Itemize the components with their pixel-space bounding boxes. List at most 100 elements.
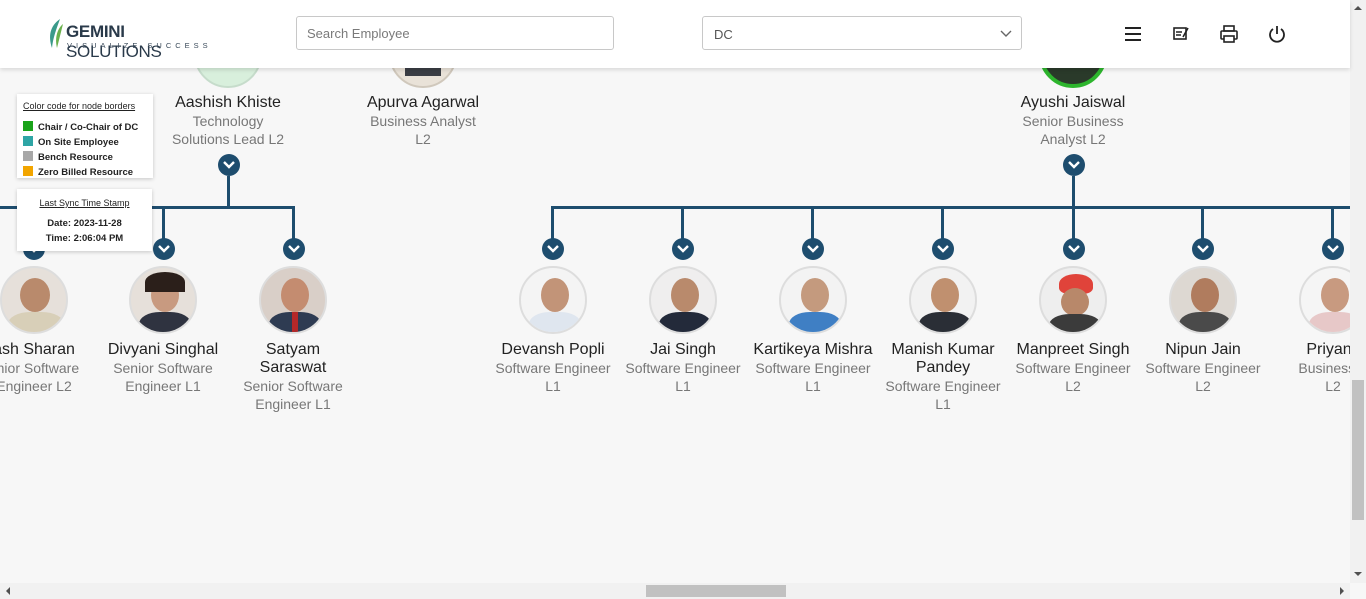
employee-role: Business A [1298,360,1350,376]
connector-line [681,206,684,240]
chevron-down-icon [677,245,689,253]
employee-role: Business Analyst [370,113,476,129]
chevron-down-icon [1327,245,1339,253]
expand-toggle-button[interactable] [672,238,694,260]
connector-line [1072,206,1075,240]
connector-line [941,206,944,240]
top-header: GEMINI SOLUTIONS VISUALIZE SUCCESS DC [0,0,1350,68]
employee-role: Analyst L2 [1040,131,1106,147]
avatar[interactable] [649,266,717,334]
scroll-down-arrow-icon[interactable] [1350,568,1366,580]
expand-toggle-button[interactable] [1063,238,1085,260]
expand-toggle-button[interactable] [283,238,305,260]
employee-role: Technology [192,113,264,129]
legend-swatch [23,166,33,176]
employee-node[interactable]: Aashish Khiste Technology Solutions Lead… [148,94,308,148]
employee-name: Apurva Agarwal [366,94,480,111]
employee-node[interactable]: Satyam Saraswat Senior Software Engineer… [213,341,373,413]
department-select-value: DC [714,27,733,42]
color-legend-panel: Color code for node borders Chair / Co-C… [17,94,153,178]
avatar[interactable] [1299,266,1350,334]
avatar[interactable] [1039,266,1107,334]
connector-line [162,206,165,240]
chevron-down-icon [807,245,819,253]
chevron-down-icon [223,161,235,169]
avatar[interactable] [194,68,262,88]
scroll-right-arrow-icon[interactable] [1336,583,1348,599]
employee-role: Senior Business [1022,113,1124,129]
connector-line [1072,176,1075,208]
legend-swatch [23,136,33,146]
avatar[interactable] [259,266,327,334]
avatar[interactable] [129,266,197,334]
scroll-left-arrow-icon[interactable] [2,583,14,599]
scroll-up-arrow-icon[interactable] [1350,2,1366,14]
expand-toggle-button[interactable] [932,238,954,260]
chevron-down-icon [1000,30,1012,37]
employee-role: L1 [935,396,951,412]
expand-toggle-button[interactable] [1322,238,1344,260]
avatar[interactable] [0,266,68,334]
connector-line [1201,206,1204,240]
sync-title: Last Sync Time Stamp [39,198,130,208]
leaf-logo-icon [50,19,63,48]
employee-name: Saraswat [259,359,327,376]
employee-node[interactable]: Apurva Agarwal Business Analyst L2 [343,94,503,148]
avatar[interactable] [909,266,977,334]
expand-toggle-button[interactable] [802,238,824,260]
employee-role: L2 [415,131,431,147]
notes-icon[interactable] [1171,24,1191,44]
connector-line [227,176,230,208]
last-sync-panel: Last Sync Time Stamp Date: 2023-11-28 Ti… [17,189,152,251]
avatar[interactable] [1169,266,1237,334]
employee-role: Engineer L1 [255,396,331,412]
legend-title: Color code for node borders [23,101,136,111]
legend-item: Chair / Co-Chair of DC [23,121,138,133]
connector-line [292,206,295,240]
employee-role: L2 [1325,378,1341,394]
horizontal-scrollbar[interactable] [0,583,1350,599]
avatar[interactable] [779,266,847,334]
expand-toggle-button[interactable] [218,154,240,176]
chevron-down-icon [547,245,559,253]
sync-time: Time: 2:06:04 PM [45,233,124,244]
employee-name: Priyank [1306,341,1350,358]
employee-node[interactable]: Priyank Business A L2 [1253,341,1350,395]
chevron-down-icon [158,245,170,253]
connector-line [551,206,554,240]
connector-line [811,206,814,240]
chevron-down-icon [1068,245,1080,253]
employee-name: Ayushi Jaiswal [1020,94,1126,111]
employee-role: Solutions Lead L2 [171,131,285,147]
legend-swatch [23,121,33,131]
expand-toggle-button[interactable] [1192,238,1214,260]
legend-swatch [23,151,33,161]
vertical-scrollbar[interactable] [1350,0,1366,583]
org-chart-canvas[interactable]: Aashish Khiste Technology Solutions Lead… [0,68,1350,582]
employee-name: Aashish Khiste [175,94,281,111]
employee-node[interactable]: Ayushi Jaiswal Senior Business Analyst L… [993,94,1153,148]
gemini-logo[interactable]: GEMINI SOLUTIONS VISUALIZE SUCCESS [46,16,216,61]
employee-role: Senior Software [243,378,343,394]
connector-line [1331,206,1334,240]
search-employee-input[interactable] [296,16,614,50]
chevron-down-icon [1197,245,1209,253]
expand-toggle-button[interactable] [1063,154,1085,176]
chevron-down-icon [937,245,949,253]
logo-tagline: VISUALIZE SUCCESS [67,41,212,50]
legend-item: On Site Employee [23,136,119,148]
horizontal-scroll-thumb[interactable] [646,585,786,597]
chevron-down-icon [1068,161,1080,169]
power-icon[interactable] [1267,24,1287,44]
print-icon[interactable] [1219,24,1239,44]
avatar[interactable] [389,68,457,88]
expand-toggle-button[interactable] [542,238,564,260]
avatar[interactable] [519,266,587,334]
expand-toggle-button[interactable] [153,238,175,260]
vertical-scroll-thumb[interactable] [1352,380,1364,520]
menu-icon[interactable] [1123,24,1143,44]
avatar[interactable] [1039,68,1107,88]
sync-date: Date: 2023-11-28 [47,218,122,229]
department-select[interactable]: DC [702,16,1022,50]
connector-line [551,206,1350,209]
